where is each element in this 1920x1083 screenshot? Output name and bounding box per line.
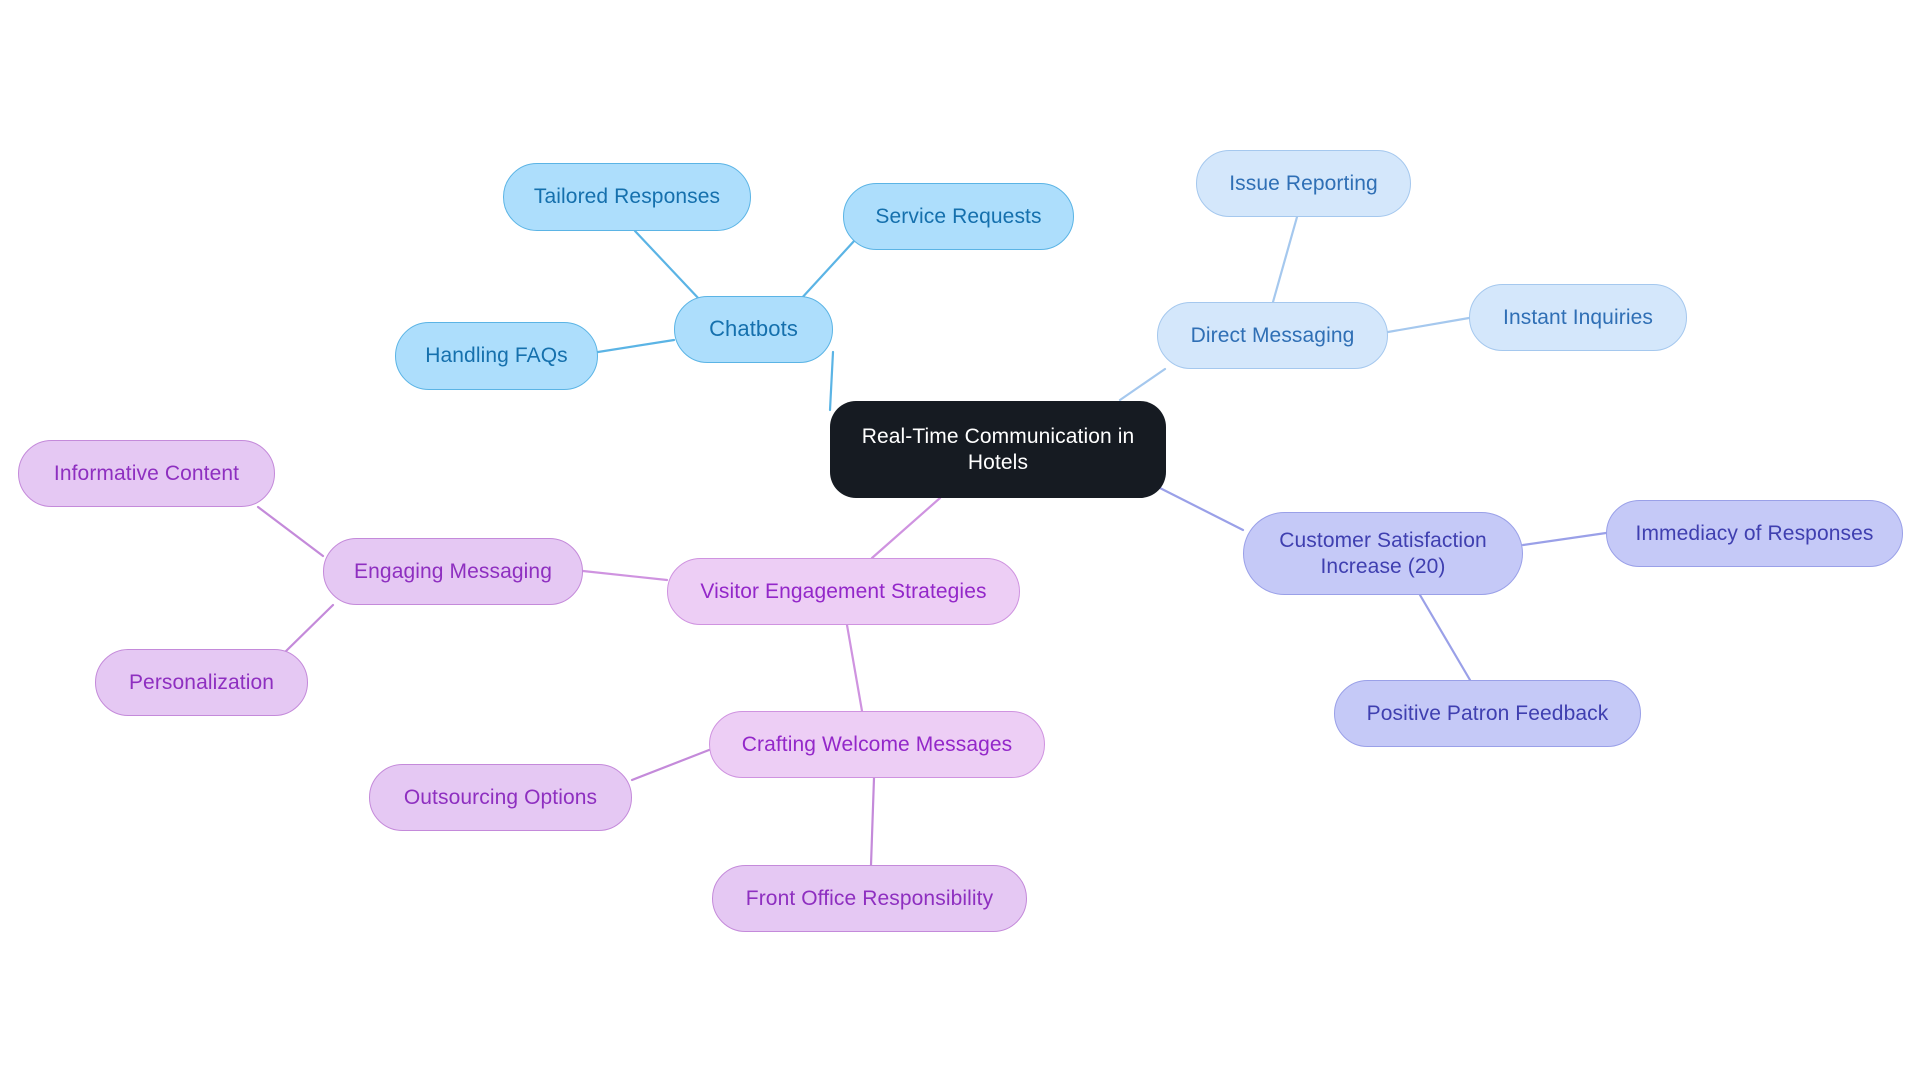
mindmap-node-outsourcing-options[interactable]: Outsourcing Options [369, 764, 632, 831]
edge-customer-satisfaction-to-immediacy-of-responses [1521, 531, 1608, 547]
edge-chatbots-to-handling-faqs [596, 338, 676, 354]
edge-chatbots-to-service-requests [798, 238, 857, 302]
edge-root-to-direct-messaging [1118, 367, 1167, 402]
edge-chatbots-to-tailored-responses [633, 229, 702, 302]
mindmap-node-immediacy-of-responses[interactable]: Immediacy of Responses [1606, 500, 1903, 567]
mindmap-node-tailored-responses[interactable]: Tailored Responses [503, 163, 751, 231]
edge-direct-messaging-to-issue-reporting [1271, 215, 1299, 304]
mindmap-canvas: Real-Time Communication in Hotels Chatbot… [0, 0, 1920, 1083]
mindmap-node-chatbots[interactable]: Chatbots [674, 296, 833, 363]
edge-customer-satisfaction-to-positive-patron-feedback [1418, 593, 1472, 682]
mindmap-node-issue-reporting[interactable]: Issue Reporting [1196, 150, 1411, 217]
mindmap-node-visitor-engagement[interactable]: Visitor Engagement Strategies [667, 558, 1020, 625]
edge-crafting-welcome-messages-to-front-office-responsibility [869, 776, 876, 867]
edge-direct-messaging-to-instant-inquiries [1386, 316, 1471, 334]
edge-engaging-messaging-to-personalization [281, 603, 335, 656]
mindmap-node-service-requests[interactable]: Service Requests [843, 183, 1074, 250]
mindmap-node-engaging-messaging[interactable]: Engaging Messaging [323, 538, 583, 605]
edge-visitor-engagement-to-engaging-messaging [581, 569, 669, 582]
mindmap-node-front-office-responsibility[interactable]: Front Office Responsibility [712, 865, 1027, 932]
mindmap-node-handling-faqs[interactable]: Handling FAQs [395, 322, 598, 390]
mindmap-node-direct-messaging[interactable]: Direct Messaging [1157, 302, 1388, 369]
mindmap-node-crafting-welcome-messages[interactable]: Crafting Welcome Messages [709, 711, 1045, 778]
edge-engaging-messaging-to-informative-content [256, 505, 325, 558]
edge-root-to-customer-satisfaction [1148, 481, 1245, 532]
edge-root-to-chatbots [828, 350, 835, 412]
mindmap-node-informative-content[interactable]: Informative Content [18, 440, 275, 507]
mindmap-node-positive-patron-feedback[interactable]: Positive Patron Feedback [1334, 680, 1641, 747]
mindmap-node-personalization[interactable]: Personalization [95, 649, 308, 716]
edge-visitor-engagement-to-crafting-welcome-messages [845, 623, 864, 713]
edge-root-to-visitor-engagement [870, 496, 942, 560]
edge-crafting-welcome-messages-to-outsourcing-options [630, 748, 711, 782]
mindmap-node-root[interactable]: Real-Time Communication in Hotels [830, 401, 1166, 498]
mindmap-node-customer-satisfaction[interactable]: Customer Satisfaction Increase (20) [1243, 512, 1523, 595]
mindmap-node-instant-inquiries[interactable]: Instant Inquiries [1469, 284, 1687, 351]
